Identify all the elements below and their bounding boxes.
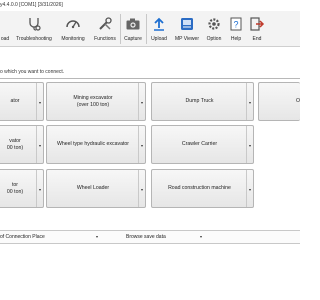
capture-button[interactable]: Capture [121, 11, 145, 47]
download-button[interactable]: oad [0, 11, 14, 47]
machine-button-excavator-3[interactable]: tor 00 ton) ▾ [0, 169, 44, 208]
machine-label: Road construction machine [168, 185, 231, 192]
machine-button-wheel-loader[interactable]: Wheel Loader ▾ [46, 169, 146, 208]
machine-label: Wheel Loader [76, 185, 110, 192]
machine-label: tor 00 ton) [6, 182, 24, 195]
machine-button-wheel-hydraulic-excavator[interactable]: Wheel type hydraulic excavator ▾ [46, 125, 146, 164]
dropdown-arrow-icon[interactable]: ▾ [96, 234, 98, 239]
functions-label: Functions [94, 36, 116, 42]
dropdown-arrow-icon[interactable]: ▾ [246, 126, 253, 163]
tools-icon [99, 17, 112, 30]
end-button[interactable]: End [247, 11, 267, 47]
machine-button-road-construction[interactable]: Road construction machine ▾ [151, 169, 254, 208]
option-label: Option [206, 36, 222, 42]
title-bar: y4.4.0.0 [COM1] [3/31/2026] [0, 0, 300, 11]
functions-button[interactable]: Functions [91, 11, 119, 47]
help-icon: ? [230, 17, 242, 31]
machine-button-dump-truck[interactable]: Dump Truck ▾ [151, 82, 254, 121]
machine-button-excavator-2[interactable]: vator 00 ton) ▾ [0, 125, 44, 164]
machine-button-other[interactable]: O [258, 82, 300, 121]
end-label: End [252, 36, 262, 42]
stethoscope-icon [29, 18, 41, 31]
upload-label: Upload [151, 36, 167, 42]
machine-label: Mining excavator (over 100 ton) [73, 95, 113, 108]
svg-text:?: ? [233, 20, 238, 30]
monitoring-button[interactable]: Monitoring [56, 11, 90, 47]
gauge-icon [66, 20, 80, 29]
upload-icon [154, 17, 164, 31]
option-button[interactable]: Option [203, 11, 225, 47]
upload-button[interactable]: Upload [147, 11, 171, 47]
main-toolbar: oad Troubleshooting Monitoring Functions [0, 11, 300, 47]
machine-label: vator 00 ton) [6, 138, 24, 151]
machine-label: Dump Truck [185, 98, 214, 105]
machine-button-mining-excavator[interactable]: Mining excavator (over 100 ton) ▾ [46, 82, 146, 121]
dropdown-arrow-icon[interactable]: ▾ [200, 234, 202, 239]
instruction-text: o which you want to connect. [0, 69, 65, 75]
machine-label: Wheel type hydraulic excavator [56, 141, 130, 148]
divider [0, 78, 300, 79]
connection-place-button[interactable]: of Connection Place [0, 234, 45, 240]
dropdown-arrow-icon[interactable]: ▾ [36, 170, 43, 207]
troubleshooting-button[interactable]: Troubleshooting [14, 11, 54, 47]
machine-label: Crawler Carrier [181, 141, 218, 148]
mp-viewer-label: MP Viewer [175, 36, 199, 42]
camera-icon [126, 18, 140, 30]
dropdown-arrow-icon[interactable]: ▾ [36, 83, 43, 120]
mp-viewer-button[interactable]: MP Viewer [172, 11, 202, 47]
troubleshooting-label: Troubleshooting [16, 36, 52, 42]
machine-button-crawler-carrier[interactable]: Crawler Carrier ▾ [151, 125, 254, 164]
machine-button-excavator[interactable]: ator ▾ [0, 82, 44, 121]
capture-label: Capture [124, 36, 142, 42]
monitoring-label: Monitoring [61, 36, 85, 42]
instruction-bar: o which you want to connect. [0, 66, 300, 79]
window-title: y4.4.0.0 [COM1] [3/31/2026] [0, 2, 63, 8]
help-label: Help [230, 36, 242, 42]
dropdown-arrow-icon[interactable]: ▾ [246, 83, 253, 120]
dropdown-arrow-icon[interactable]: ▾ [138, 83, 145, 120]
machine-grid: ator ▾ Mining excavator (over 100 ton) ▾ … [0, 82, 300, 222]
dropdown-arrow-icon[interactable]: ▾ [36, 126, 43, 163]
viewer-icon [181, 18, 193, 30]
download-label: oad [0, 36, 10, 42]
machine-label: O [295, 98, 300, 105]
dropdown-arrow-icon[interactable]: ▾ [138, 126, 145, 163]
dropdown-arrow-icon[interactable]: ▾ [138, 170, 145, 207]
exit-icon [250, 17, 265, 31]
bottom-bar: of Connection Place ▾ Browse save data ▾ [0, 230, 300, 244]
gear-icon [208, 18, 220, 30]
machine-label: ator [10, 98, 20, 105]
help-button[interactable]: ? Help [226, 11, 246, 47]
browse-save-data-button[interactable]: Browse save data [126, 234, 166, 240]
dropdown-arrow-icon[interactable]: ▾ [246, 170, 253, 207]
